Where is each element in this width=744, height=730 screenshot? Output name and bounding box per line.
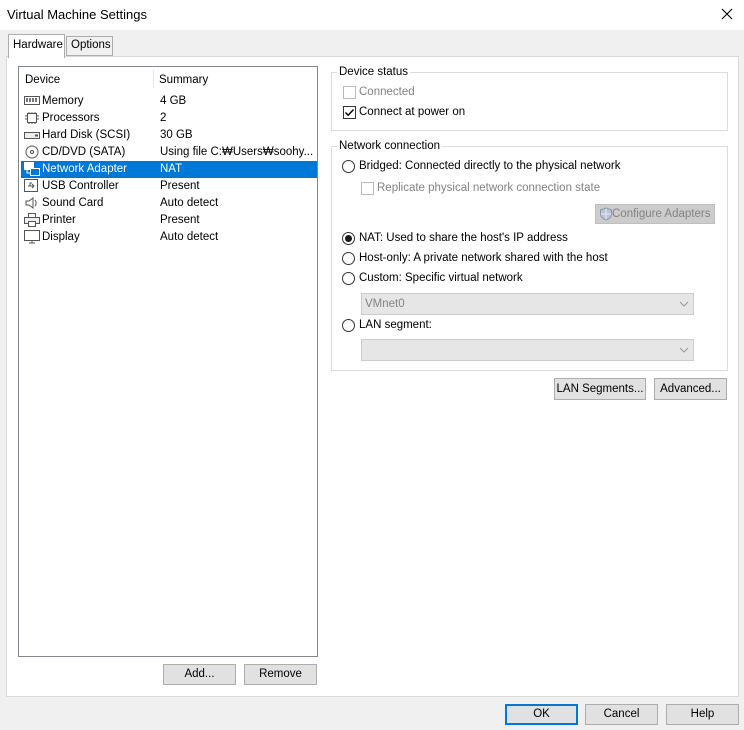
device-name: Printer <box>42 214 76 226</box>
nat-label: NAT: Used to share the host's IP address <box>359 232 568 244</box>
device-row-cd-dvd[interactable]: CD/DVD (SATA) Using file C:₩Users₩soohy.… <box>21 144 317 161</box>
connect-at-power-on-checkbox[interactable] <box>343 106 356 119</box>
display-icon <box>24 230 40 244</box>
remove-device-button[interactable]: Remove <box>244 664 317 685</box>
chevron-down-icon <box>679 301 689 307</box>
column-header-summary[interactable]: Summary <box>159 74 208 86</box>
device-summary: 4 GB <box>160 95 187 107</box>
usb-controller-icon <box>24 179 38 192</box>
device-summary: NAT <box>160 163 183 175</box>
lan-segment-label: LAN segment: <box>359 319 432 331</box>
configure-adapters-button[interactable]: Configure Adapters <box>595 204 715 224</box>
add-device-button[interactable]: Add... <box>163 664 236 685</box>
shield-icon <box>600 207 612 221</box>
device-summary: Present <box>160 180 200 192</box>
host-only-radio[interactable] <box>342 252 355 265</box>
device-summary: Using file C:₩Users₩soohy... <box>160 146 314 158</box>
replicate-state-checkbox[interactable] <box>361 182 374 195</box>
device-summary: Auto detect <box>160 231 219 243</box>
nat-radio[interactable] <box>342 232 355 245</box>
device-status-group <box>331 72 728 131</box>
lan-segments-button[interactable]: LAN Segments... <box>554 378 646 400</box>
device-name: Sound Card <box>42 197 104 209</box>
network-adapter-icon <box>24 162 40 176</box>
device-summary: Auto detect <box>160 197 219 209</box>
device-status-label: Device status <box>337 66 411 78</box>
device-row-display[interactable]: Display Auto detect <box>21 229 317 246</box>
device-row-hard-disk[interactable]: Hard Disk (SCSI) 30 GB <box>21 127 317 144</box>
lan-segment-select[interactable] <box>361 339 694 361</box>
connected-checkbox[interactable] <box>343 86 356 99</box>
device-summary: Present <box>160 214 200 226</box>
device-name: USB Controller <box>42 180 119 192</box>
device-name: Display <box>42 231 80 243</box>
close-button[interactable] <box>714 2 740 26</box>
device-summary: 30 GB <box>160 129 193 141</box>
bridged-radio[interactable] <box>342 160 355 173</box>
device-name: Memory <box>42 95 84 107</box>
column-divider[interactable] <box>153 70 154 88</box>
device-row-sound-card[interactable]: Sound Card Auto detect <box>21 195 317 212</box>
custom-radio[interactable] <box>342 272 355 285</box>
device-name: CD/DVD (SATA) <box>42 146 126 158</box>
configure-adapters-label: Configure Adapters <box>612 208 711 220</box>
device-name: Processors <box>42 112 100 124</box>
device-row-memory[interactable]: Memory 4 GB <box>21 93 317 110</box>
printer-icon <box>24 213 40 227</box>
custom-label: Custom: Specific virtual network <box>359 272 523 284</box>
device-name: Hard Disk (SCSI) <box>42 129 131 141</box>
ok-button[interactable]: OK <box>505 704 578 725</box>
tab-hardware[interactable]: Hardware <box>8 34 65 58</box>
device-row-network-adapter[interactable]: Network Adapter NAT <box>21 161 317 178</box>
chevron-down-icon <box>679 347 689 353</box>
checkmark-icon <box>345 109 355 117</box>
network-connection-label: Network connection <box>337 140 442 152</box>
column-header-device[interactable]: Device <box>25 74 60 86</box>
title-bar: Virtual Machine Settings <box>0 0 744 30</box>
hard-disk-icon <box>24 132 40 139</box>
close-icon <box>721 8 733 20</box>
window-title: Virtual Machine Settings <box>7 7 147 22</box>
device-summary: 2 <box>160 112 167 124</box>
host-only-label: Host-only: A private network shared with… <box>359 252 608 264</box>
device-row-usb-controller[interactable]: USB Controller Present <box>21 178 317 195</box>
advanced-button[interactable]: Advanced... <box>654 378 727 400</box>
sound-card-icon <box>25 197 37 209</box>
cancel-button[interactable]: Cancel <box>585 704 658 725</box>
connected-label: Connected <box>359 86 415 98</box>
radio-selected-dot <box>345 235 352 242</box>
bridged-label: Bridged: Connected directly to the physi… <box>359 160 621 172</box>
device-row-processors[interactable]: Processors 2 <box>21 110 317 127</box>
connect-at-power-on-label: Connect at power on <box>359 106 466 118</box>
custom-network-value: VMnet0 <box>365 298 405 310</box>
device-list-header: Device Summary <box>19 67 317 91</box>
replicate-state-label: Replicate physical network connection st… <box>377 182 601 194</box>
lan-segment-radio[interactable] <box>342 319 355 332</box>
custom-network-select[interactable]: VMnet0 <box>361 293 694 315</box>
tab-options[interactable]: Options <box>66 36 113 56</box>
memory-icon <box>24 96 40 105</box>
device-list[interactable]: Device Summary Memory 4 GB Processors 2 … <box>18 66 318 657</box>
help-button[interactable]: Help <box>666 704 739 725</box>
cd-dvd-icon <box>25 145 39 159</box>
device-name: Network Adapter <box>42 163 128 175</box>
processor-icon <box>25 112 39 124</box>
device-row-printer[interactable]: Printer Present <box>21 212 317 229</box>
